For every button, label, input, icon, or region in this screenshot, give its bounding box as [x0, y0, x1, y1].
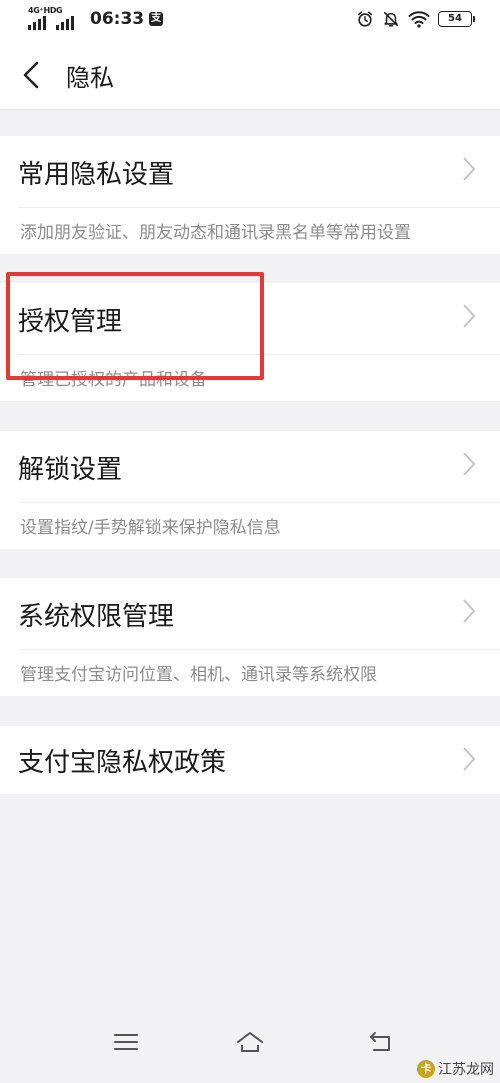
signal-icon-2: G [56, 6, 80, 30]
nav-header: 隐私 [0, 38, 500, 110]
status-bar: 4G⁺HD G 06:33 支 54 [0, 0, 500, 38]
settings-card-privacy-policy: 支付宝隐私权政策 [0, 726, 500, 794]
settings-card-unlock: 解锁设置 设置指纹/手势解锁来保护隐私信息 [0, 431, 500, 549]
chevron-right-icon[interactable] [462, 598, 476, 624]
network-type-label-2: G [56, 6, 63, 15]
divider [18, 649, 500, 650]
clock: 06:33 [90, 9, 145, 29]
row-desc-common-privacy: 添加朋友验证、朋友动态和通讯录黑名单等常用设置 [20, 223, 411, 243]
divider [18, 207, 500, 208]
chevron-right-icon[interactable] [462, 303, 476, 329]
watermark-logo-icon: 卡 [417, 1060, 435, 1078]
watermark-text: 江苏龙网 [438, 1062, 494, 1078]
row-title-unlock[interactable]: 解锁设置 [18, 449, 122, 486]
alarm-icon [357, 11, 373, 27]
row-title-authorization[interactable]: 授权管理 [18, 301, 122, 338]
row-desc-unlock: 设置指纹/手势解锁来保护隐私信息 [20, 518, 281, 538]
page-title: 隐私 [66, 64, 114, 92]
divider [18, 502, 500, 503]
menu-icon[interactable] [111, 1027, 141, 1057]
row-desc-authorization: 管理已授权的产品和设备 [20, 370, 207, 390]
watermark: 卡 江苏龙网 [417, 1059, 494, 1079]
network-type-label: 4G⁺HD [28, 6, 57, 15]
chevron-right-icon[interactable] [462, 746, 476, 772]
chevron-right-icon[interactable] [462, 451, 476, 477]
row-title-privacy-policy[interactable]: 支付宝隐私权政策 [18, 742, 226, 779]
home-icon[interactable] [235, 1027, 265, 1057]
row-title-common-privacy[interactable]: 常用隐私设置 [18, 154, 174, 191]
row-title-system-permissions[interactable]: 系统权限管理 [18, 596, 174, 633]
back-nav-icon[interactable] [366, 1027, 396, 1057]
settings-card-common-privacy: 常用隐私设置 添加朋友验证、朋友动态和通讯录黑名单等常用设置 [0, 136, 500, 254]
back-arrow-icon[interactable] [20, 60, 42, 90]
mute-bell-icon [383, 11, 399, 27]
settings-card-authorization: 授权管理 管理已授权的产品和设备 [0, 283, 500, 401]
row-desc-system-permissions: 管理支付宝访问位置、相机、通讯录等系统权限 [20, 665, 377, 685]
signal-icon: 4G⁺HD [28, 6, 57, 30]
system-nav-bar: 卡 江苏龙网 [0, 1013, 500, 1083]
alipay-notification-icon: 支 [149, 12, 164, 26]
chevron-right-icon[interactable] [462, 156, 476, 182]
divider [18, 354, 500, 355]
settings-card-system-permissions: 系统权限管理 管理支付宝访问位置、相机、通讯录等系统权限 [0, 578, 500, 696]
battery-icon: 54 [438, 11, 475, 27]
wifi-icon [408, 11, 430, 28]
